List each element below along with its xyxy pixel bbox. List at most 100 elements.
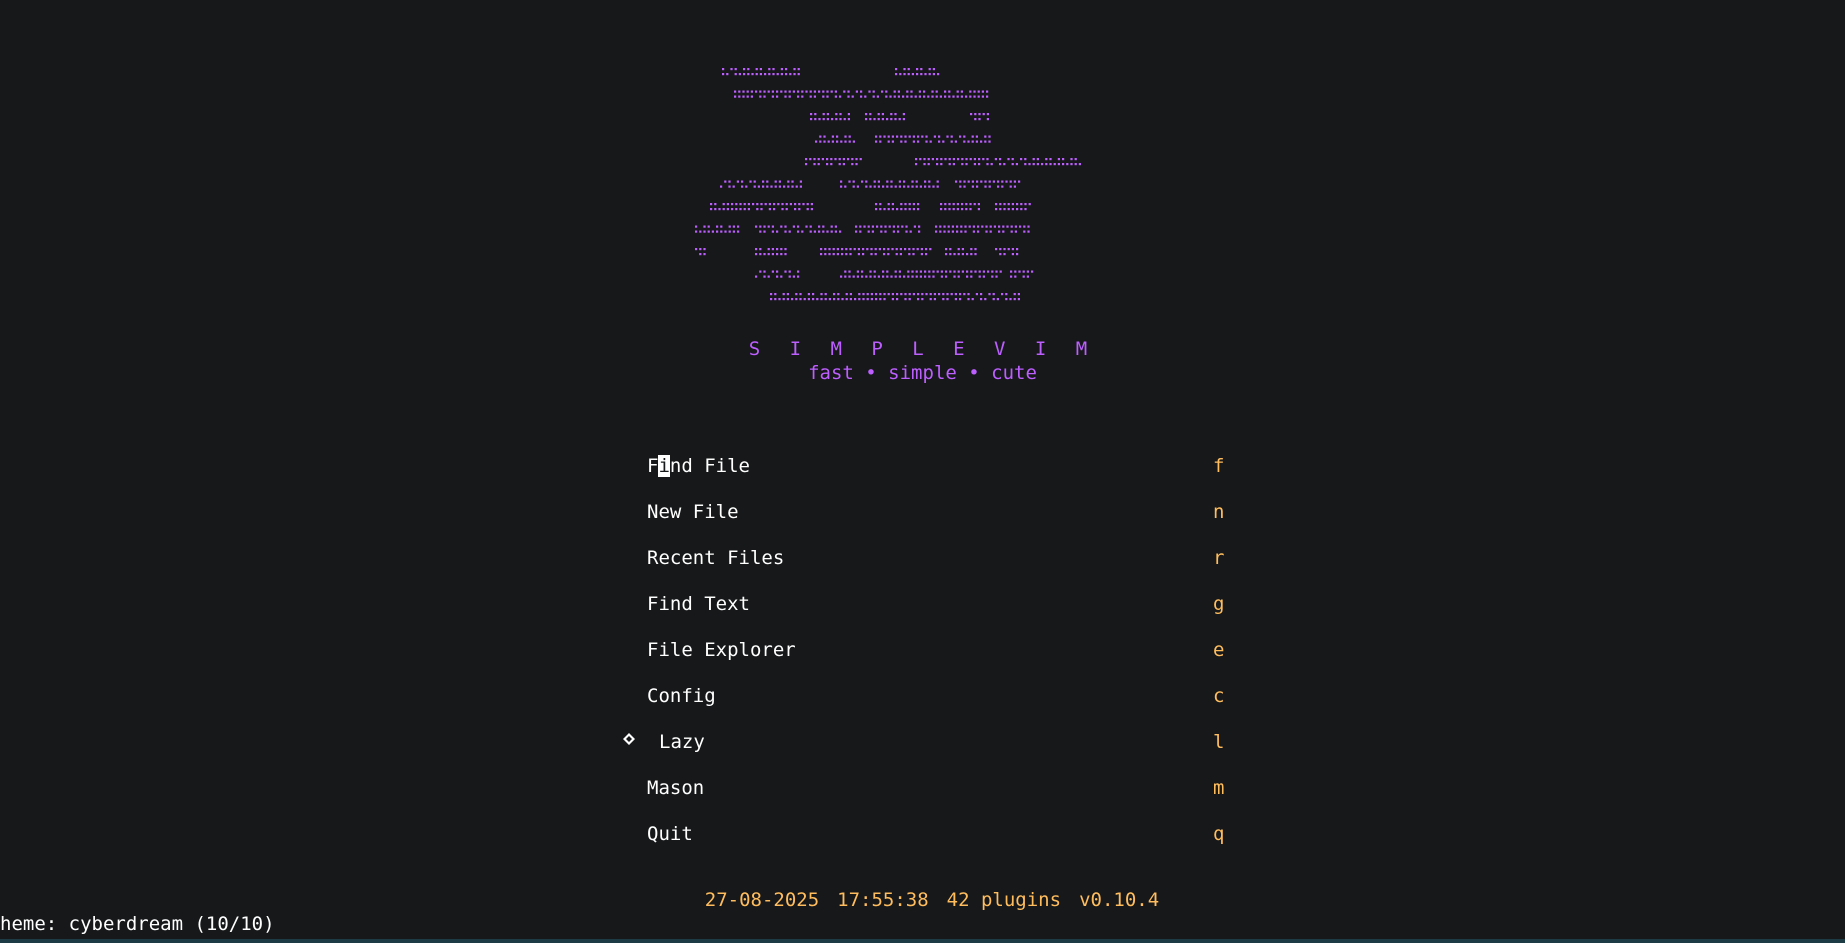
logo-dot: [935, 95, 938, 98]
logo-dot: [750, 90, 753, 93]
logo-dot: [1003, 163, 1006, 166]
logo-dot: [851, 95, 854, 98]
logo-dot: [928, 275, 931, 278]
logo-dot: [1074, 163, 1077, 166]
command-line[interactable]: heme: cyberdream (10/10): [0, 913, 275, 935]
logo-dot: [848, 275, 851, 278]
menu-item-key: n: [1213, 501, 1225, 523]
logo-dot: [977, 208, 980, 211]
logo-dot: [833, 298, 836, 301]
logo-dot: [891, 140, 894, 143]
text-cursor: i: [658, 455, 670, 477]
menu-item-file-explorer[interactable]: File Explorer e: [647, 636, 1227, 682]
logo-dot: [904, 293, 907, 296]
logo-dot: [876, 225, 879, 228]
menu-item-config[interactable]: Config c: [647, 682, 1227, 728]
logo-dot: [899, 253, 902, 256]
logo-dot: [728, 185, 731, 188]
logo-dot: [963, 135, 966, 138]
logo-dot: [900, 140, 903, 143]
logo-dot: [757, 185, 760, 188]
logo-dot: [877, 113, 880, 116]
logo-dot: [787, 185, 790, 188]
logo-dot: [891, 203, 894, 206]
logo-dot: [951, 225, 954, 228]
logo-dot: [959, 293, 962, 296]
logo-dot: [724, 180, 727, 183]
menu-item-new-file[interactable]: New File n: [647, 498, 1227, 544]
logo-dot: [884, 230, 887, 233]
dashboard-footer: 27-08-2025 17:55:38 42 plugins v0.10.4: [659, 867, 1177, 933]
logo-dot: [975, 140, 978, 143]
logo-dot: [784, 270, 787, 273]
logo-dot: [707, 225, 710, 228]
logo-dot: [956, 225, 959, 228]
logo-dot: [865, 180, 868, 183]
logo-dot: [919, 275, 922, 278]
logo-dot: [989, 225, 992, 228]
logo-dot: [841, 253, 844, 256]
logo-dot: [995, 248, 998, 251]
logo-dot: [728, 180, 731, 183]
logo-dot: [768, 203, 771, 206]
logo-dot: [897, 230, 900, 233]
menu-item-recent-files[interactable]: Recent Files r: [647, 544, 1227, 590]
logo-dot: [974, 248, 977, 251]
logo-dot: [956, 208, 959, 211]
logo-dot: [818, 90, 821, 93]
logo-dot: [902, 95, 905, 98]
logo-dot: [1027, 230, 1030, 233]
logo-dot: [956, 203, 959, 206]
logo-dot: [822, 95, 825, 98]
logo-dot: [1031, 270, 1034, 273]
logo-dot: [952, 158, 955, 161]
logo-dot: [776, 253, 779, 256]
logo-dot: [739, 208, 742, 211]
logo-dot: [917, 208, 920, 211]
logo-dot: [1013, 185, 1016, 188]
logo-dot: [1013, 298, 1016, 301]
logo-dot: [886, 180, 889, 183]
menu-item-find-text[interactable]: Find Text g: [647, 590, 1227, 636]
logo-dot: [875, 203, 878, 206]
logo-dot: [978, 113, 981, 116]
logo-dot: [780, 68, 783, 71]
menu-item-mason[interactable]: Mason m: [647, 774, 1227, 820]
logo-dot: [767, 225, 770, 228]
logo-dot: [959, 135, 962, 138]
logo-dot: [718, 208, 721, 211]
menu-item-find-file[interactable]: Find File f: [647, 452, 1227, 498]
logo-dot: [780, 225, 783, 228]
menu-item-lazy[interactable]: Lazy l: [623, 728, 1227, 774]
logo-dot: [786, 298, 789, 301]
logo-dot: [832, 253, 835, 256]
logo-dot: [849, 253, 852, 256]
logo-dot: [927, 95, 930, 98]
logo-dot: [768, 73, 771, 76]
logo-dot: [966, 270, 969, 273]
logo-dot: [849, 298, 852, 301]
logo-dot: [913, 225, 916, 228]
logo-dot: [813, 90, 816, 93]
logo-dot: [842, 158, 845, 161]
logo-dot: [878, 248, 881, 251]
logo-dot: [855, 225, 858, 228]
logo-dot: [855, 230, 858, 233]
logo-dot: [870, 248, 873, 251]
menu-item-quit[interactable]: Quit q: [647, 820, 1227, 866]
logo-dot: [988, 180, 991, 183]
logo-dot: [828, 298, 831, 301]
logo-dot: [742, 90, 745, 93]
logo-dot: [731, 203, 734, 206]
logo-dot: [940, 203, 943, 206]
logo-dot: [834, 230, 837, 233]
logo-dot: [822, 230, 825, 233]
logo-dot: [776, 275, 779, 278]
logo-dot: [917, 135, 920, 138]
logo-dot: [826, 95, 829, 98]
logo-dot: [876, 95, 879, 98]
logo-dot: [903, 185, 906, 188]
logo-dot: [993, 225, 996, 228]
logo-dot: [978, 158, 981, 161]
logo-dot: [747, 203, 750, 206]
